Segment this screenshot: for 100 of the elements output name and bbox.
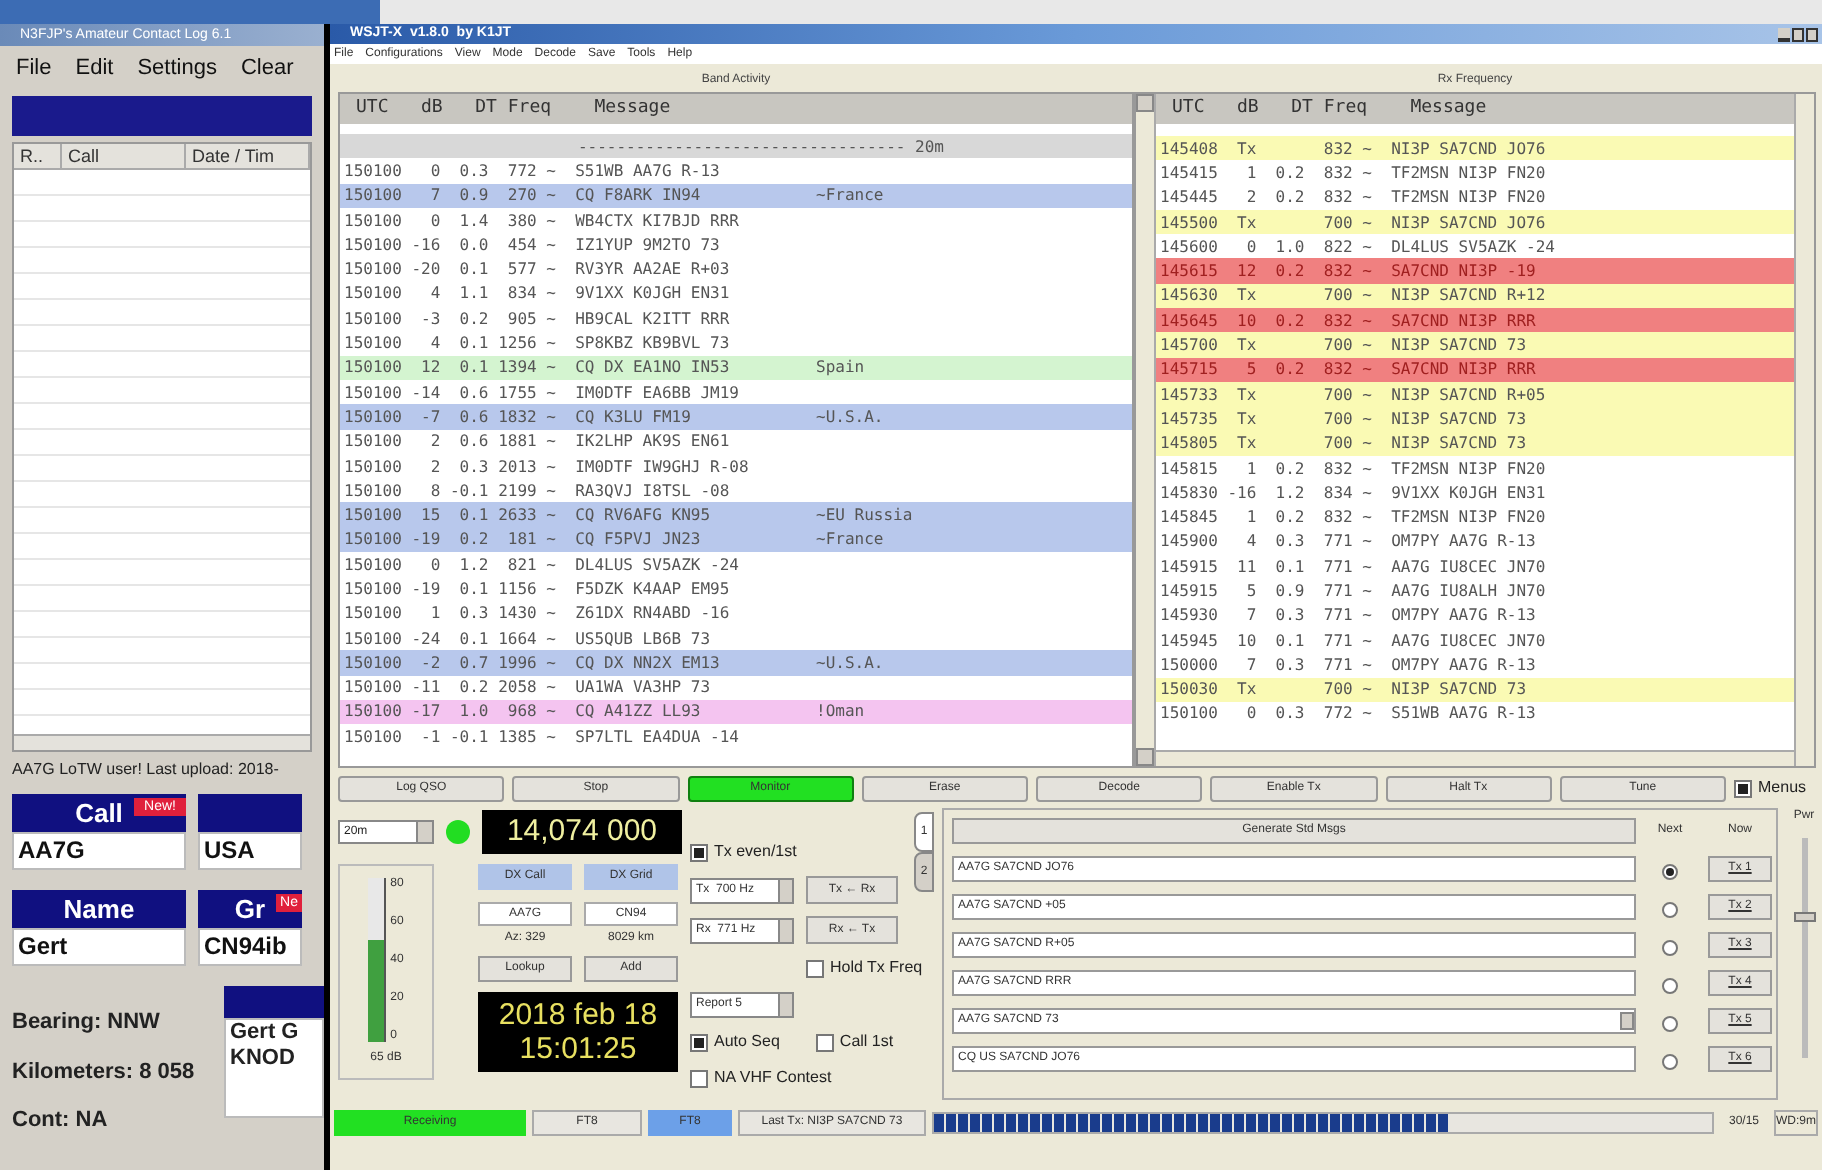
decode-line[interactable]: 150100 4 0.1 1256 ~ SP8KBZ KB9BVL 73 (344, 332, 816, 355)
input-field[interactable]: AA7G (12, 832, 186, 870)
decode-line[interactable]: 150100 2 0.3 2013 ~ IM0DTF IW9GHJ R-08 (344, 455, 816, 477)
decode-line[interactable]: 145445 2 0.2 832 ~ TF2MSN NI3P FN20 (1160, 186, 1632, 209)
decode-line[interactable]: 150100 0 1.2 821 ~ DL4LUS SV5AZK -24 (344, 553, 816, 576)
decode-line[interactable]: 150100 -24 0.1 1664 ~ US5QUB LB6B 73 (344, 627, 816, 650)
decode-line[interactable]: 150000 7 0.3 771 ~ OM7PY AA7G R-13 (1160, 653, 1632, 676)
decode-line[interactable]: 150100 -20 0.1 577 ~ RV3YR AA2AE R+03 (344, 258, 816, 281)
decode-line: 145645 10 0.2 832 ~ SA7CND NI3P RRR (1160, 309, 1538, 332)
highlighted-row[interactable]: 150100 -19 0.2 181 ~ CQ F5PVJ JN23 ~France (340, 527, 1132, 553)
decode-line: 145408 Tx 832 ~ NI3P SA7CND JO76 (1160, 137, 1548, 160)
menu-item[interactable]: Edit (75, 51, 114, 85)
decode-line[interactable]: 150100 1 0.3 1430 ~ Z61DX RN4ABD -16 (344, 602, 816, 625)
decode-line[interactable]: 145900 4 0.3 771 ~ OM7PY AA7G R-13 (1160, 530, 1632, 553)
horizontal-scrollbar[interactable] (1156, 750, 1794, 766)
decode-line: 150100 12 0.1 1394 ~ CQ DX EA1NO IN53 (344, 356, 732, 379)
spinner-icon[interactable] (778, 879, 792, 901)
checkbox-label: Call 1st (839, 1030, 894, 1054)
highlighted-row[interactable]: 145733 Tx 700 ~ NI3P SA7CND R+05 (1156, 381, 1794, 407)
input-field[interactable]: CN94ib (198, 928, 302, 966)
menu-item[interactable]: Clear (240, 51, 294, 85)
maximize-icon[interactable] (1792, 27, 1804, 41)
frequency-display: 14,074 000 (482, 810, 682, 854)
scroll-down-icon[interactable] (1136, 748, 1154, 766)
decode-line[interactable]: 150100 -16 0.0 454 ~ IZ1YUP 9M2TO 73 (344, 233, 816, 256)
decode-line[interactable]: 150100 0 0.3 772 ~ S51WB AA7G R-13 (344, 159, 816, 182)
decode-line[interactable]: 145945 10 0.1 771 ~ AA7G IU8CEC JN70 (1160, 629, 1632, 652)
highlighted-row[interactable]: 145735 Tx 700 ~ NI3P SA7CND 73 (1156, 406, 1794, 432)
country-note: ~France (816, 528, 884, 551)
spinner-icon[interactable] (778, 994, 792, 1016)
scrollbar[interactable] (14, 734, 310, 750)
scrollbar[interactable] (1136, 94, 1156, 766)
checkbox-label: NA VHF Contest (714, 1066, 832, 1090)
decode-line[interactable]: 145600 0 1.0 822 ~ DL4LUS SV5AZK -24 (1160, 235, 1632, 258)
highlighted-row[interactable]: 145408 Tx 832 ~ NI3P SA7CND JO76 (1156, 136, 1794, 161)
decode-line[interactable]: 145930 7 0.3 771 ~ OM7PY AA7G R-13 (1160, 604, 1632, 627)
menu-item[interactable]: Settings (137, 51, 217, 85)
decode-line[interactable]: 145815 1 0.2 832 ~ TF2MSN NI3P FN20 (1160, 457, 1632, 479)
highlighted-row[interactable]: 150100 -2 0.7 1996 ~ CQ DX NN2X EM13 ~U.S.A. (340, 650, 1132, 676)
country-note: ~France (816, 184, 884, 207)
highlighted-row[interactable]: 150100 7 0.9 270 ~ CQ F8ARK IN94 ~France (340, 183, 1132, 208)
highlighted-row[interactable]: 150100 -17 1.0 968 ~ CQ A41ZZ LL93 !Oman (340, 699, 1132, 725)
decode-line[interactable]: 145845 1 0.2 832 ~ TF2MSN NI3P FN20 (1160, 506, 1632, 529)
dropdown-icon[interactable] (416, 822, 432, 842)
checkbox-label: Auto Seq (714, 1030, 780, 1054)
slider-thumb[interactable] (1793, 911, 1815, 922)
decode-line: 150100 7 0.9 270 ~ CQ F8ARK IN94 (344, 184, 703, 207)
decode-line[interactable]: 145915 11 0.1 771 ~ AA7G IU8CEC JN70 (1160, 555, 1632, 578)
decode-line[interactable]: 145415 1 0.2 832 ~ TF2MSN NI3P FN20 (1160, 161, 1632, 184)
column-header[interactable]: R.. (14, 144, 62, 168)
input-field[interactable]: Gert (12, 928, 186, 966)
decode-line: 150100 15 0.1 2633 ~ CQ RV6AFG KN95 (344, 504, 713, 527)
decode-line[interactable]: 145915 5 0.9 771 ~ AA7G IU8ALH JN70 (1160, 579, 1632, 602)
decode-line[interactable]: 150100 8 -0.1 2199 ~ RA3QVJ I8TSL -08 (344, 479, 816, 502)
checkbox[interactable] (806, 959, 824, 977)
input-field[interactable]: USA (198, 832, 302, 870)
highlighted-row[interactable]: 150100 12 0.1 1394 ~ CQ DX EA1NO IN53 Spain (340, 355, 1132, 380)
radio-button[interactable] (1662, 978, 1678, 994)
field-label-text: Call (75, 795, 123, 832)
radio-button[interactable] (1662, 1016, 1678, 1032)
highlighted-row[interactable]: 150030 Tx 700 ~ NI3P SA7CND 73 (1156, 677, 1794, 702)
highlighted-row[interactable]: 145700 Tx 700 ~ NI3P SA7CND 73 (1156, 332, 1794, 358)
decode-line[interactable]: 150100 -14 0.6 1755 ~ IM0DTF EA6BB JM19 (344, 381, 816, 404)
highlighted-row[interactable]: 145500 Tx 700 ~ NI3P SA7CND JO76 (1156, 209, 1794, 235)
decode-line[interactable]: 150100 0 1.4 380 ~ WB4CTX KI7BJD RRR (344, 209, 816, 232)
decode-line: 150100 -17 1.0 968 ~ CQ A41ZZ LL93 (344, 700, 703, 723)
decode-line[interactable]: 150100 -1 -0.1 1385 ~ SP7LTL EA4DUA -14 (344, 725, 816, 748)
dropdown-icon[interactable] (1620, 1012, 1634, 1030)
decode-line: 145715 5 0.2 832 ~ SA7CND NI3P RRR (1160, 358, 1538, 381)
close-icon[interactable] (1806, 27, 1818, 41)
decode-line[interactable]: 150100 2 0.6 1881 ~ IK2LHP AK9S EN61 (344, 430, 816, 453)
highlighted-row[interactable]: 145805 Tx 700 ~ NI3P SA7CND 73 (1156, 431, 1794, 456)
radio-button[interactable] (1662, 940, 1678, 956)
column-header[interactable]: Call (62, 144, 186, 168)
scrollbar[interactable] (1794, 94, 1814, 766)
decode-line[interactable]: 145830 -16 1.2 834 ~ 9V1XX K0JGH EN31 (1160, 481, 1632, 504)
decode-line: 150100 -19 0.2 181 ~ CQ F5PVJ JN23 (344, 528, 703, 551)
field-label (198, 794, 302, 832)
scroll-up-icon[interactable] (1136, 94, 1154, 112)
column-header[interactable]: Date / Tim (186, 144, 310, 168)
decode-line[interactable]: 150100 0 0.3 772 ~ S51WB AA7G R-13 (1160, 702, 1632, 725)
checkbox[interactable] (815, 1033, 834, 1051)
checkbox-label: Hold Tx Freq (830, 956, 923, 980)
checkbox[interactable] (690, 843, 708, 861)
radio-button[interactable] (1662, 902, 1678, 918)
highlighted-row[interactable]: 150100 -7 0.6 1832 ~ CQ K3LU FM19 ~U.S.A. (340, 404, 1132, 430)
decode-line[interactable]: 150100 -19 0.1 1156 ~ F5DZK K4AAP EM95 (344, 577, 816, 600)
decode-line[interactable]: 150100 4 1.1 834 ~ 9V1XX K0JGH EN31 (344, 282, 816, 305)
spinner-icon[interactable] (778, 919, 792, 941)
highlighted-row[interactable]: 145630 Tx 700 ~ NI3P SA7CND R+12 (1156, 283, 1794, 309)
radio-button[interactable] (1662, 864, 1678, 880)
checkbox[interactable] (1734, 779, 1752, 797)
minimize-icon[interactable] (1778, 27, 1790, 41)
checkbox[interactable] (690, 1069, 708, 1087)
checkbox[interactable] (690, 1033, 708, 1051)
radio-button[interactable] (1662, 1054, 1678, 1070)
decode-line[interactable]: 150100 -3 0.2 905 ~ HB9CAL K2ITT RRR (344, 307, 816, 330)
highlighted-row[interactable]: 150100 15 0.1 2633 ~ CQ RV6AFG KN95 ~EU Russia (340, 502, 1132, 528)
decode-line[interactable]: 150100 -11 0.2 2058 ~ UA1WA VA3HP 73 (344, 676, 816, 699)
menu-item[interactable]: File (16, 51, 52, 85)
